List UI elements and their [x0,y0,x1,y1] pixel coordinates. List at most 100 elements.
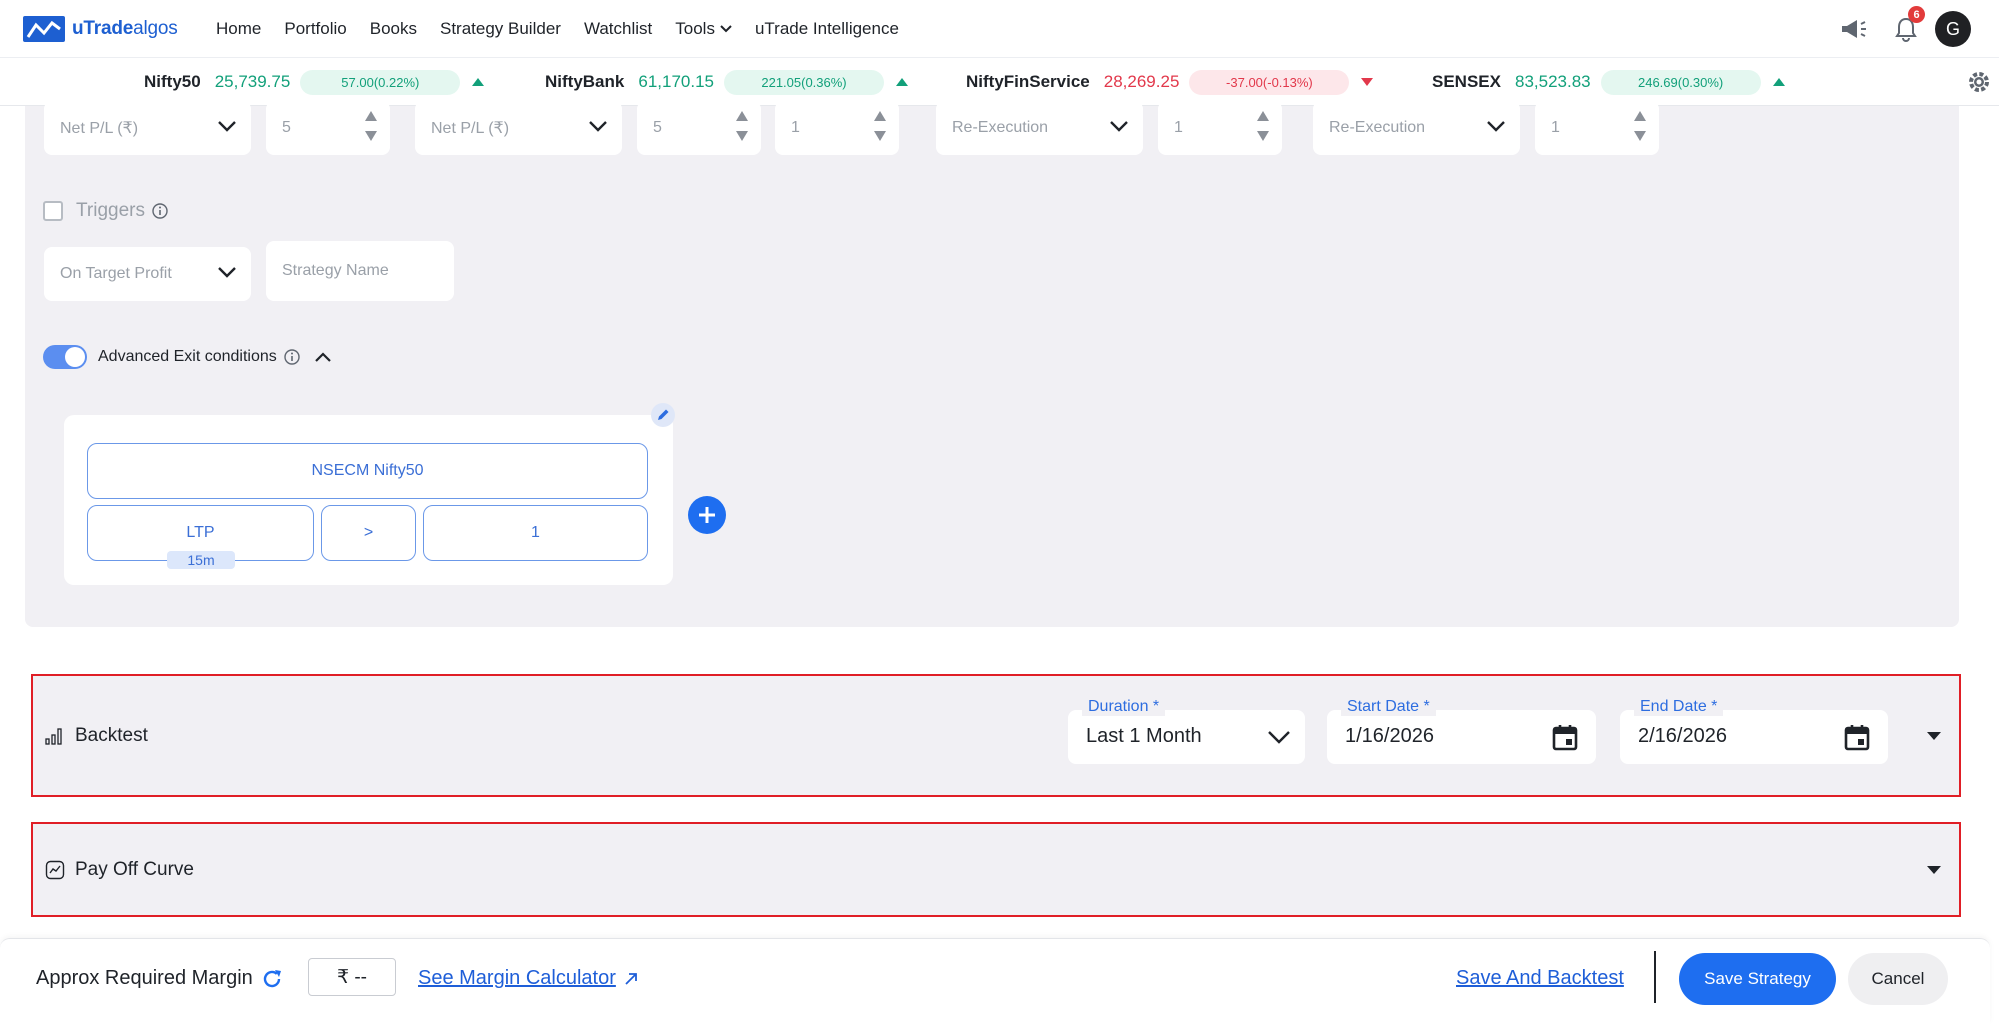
exit-type-select[interactable]: Net P/L (₹) [44,101,251,155]
calendar-icon[interactable] [1844,723,1870,751]
re-execution-select[interactable]: Re-Execution [1313,101,1520,155]
triggers-checkbox[interactable] [43,201,63,221]
triggers-label: Triggers [76,200,145,221]
utrade-logo-icon [23,15,65,42]
arrow-up-icon [1772,78,1785,86]
nav-utrade-intelligence[interactable]: uTrade Intelligence [755,19,899,39]
save-and-backtest-link[interactable]: Save And Backtest [1456,967,1624,990]
save-strategy-button[interactable]: Save Strategy [1679,953,1836,1005]
pencil-icon [658,409,669,420]
triggers-checkbox-row[interactable]: Triggers [43,200,168,222]
main-nav: Home Portfolio Books Strategy Builder Wa… [216,19,922,39]
calendar-icon[interactable] [1552,723,1578,751]
caret-down-icon[interactable] [1927,731,1941,740]
plus-icon [699,507,715,523]
exit-count-input[interactable]: 1 [775,101,899,155]
ticker-value: 61,170.15 [638,72,714,91]
advanced-exit-condition-card: NSECM Nifty50 LTP 15m > 1 [64,415,673,585]
cancel-button[interactable]: Cancel [1848,953,1948,1005]
chevron-down-icon [1268,731,1290,744]
footer-divider [1654,951,1656,1003]
market-ticker: Nifty50 25,739.75 57.00(0.22%) NiftyBank… [0,58,1999,106]
payoff-curve-section[interactable]: Pay Off Curve [31,822,1961,917]
edit-condition-button[interactable] [651,403,675,427]
nav-tools[interactable]: Tools [675,19,732,39]
advanced-exit-toggle[interactable] [43,345,87,369]
strategy-name-placeholder: Strategy Name [282,262,389,279]
chevron-down-icon [1110,121,1128,132]
condition-instrument[interactable]: NSECM Nifty50 [87,443,648,499]
chevron-down-icon [218,121,236,132]
backtest-section[interactable]: Backtest Duration * Last 1 Month Start D… [31,674,1961,797]
stepper-arrows-icon[interactable] [873,109,887,143]
margin-calculator-link[interactable]: See Margin Calculator [418,967,638,990]
info-icon[interactable] [284,349,300,365]
top-navbar: uTradealgos Home Portfolio Books Strateg… [0,0,1999,58]
nav-strategy-builder[interactable]: Strategy Builder [440,19,561,39]
select-value: Re-Execution [1329,119,1426,136]
strategy-name-input[interactable]: Strategy Name [266,241,454,301]
condition-value[interactable]: 1 [423,505,648,561]
ticker-item[interactable]: NiftyFinService 28,269.25 -37.00(-0.13%) [966,58,1374,106]
select-value: Net P/L (₹) [431,120,510,137]
bar-chart-icon [45,727,62,745]
refresh-icon[interactable] [261,968,283,990]
select-value: Net P/L (₹) [60,120,139,137]
arrow-up-icon [472,78,485,86]
brand-logo[interactable]: uTradealgos [22,15,192,43]
condition-operator[interactable]: > [321,505,416,561]
margin-value-box: ₹ -- [308,958,396,996]
end-date-input[interactable]: End Date * 2/16/2026 [1620,698,1888,764]
nav-home[interactable]: Home [216,19,261,39]
advanced-exit-label: Advanced Exit conditions [98,348,277,365]
stepper-arrows-icon[interactable] [735,109,749,143]
stepper-arrows-icon[interactable] [1633,109,1647,143]
trigger-type-select[interactable]: On Target Profit [44,247,251,301]
notification-count-badge: 6 [1908,6,1925,23]
duration-label: Duration * [1082,698,1166,716]
caret-down-icon[interactable] [1927,865,1941,874]
input-value: 5 [653,119,662,136]
nav-portfolio[interactable]: Portfolio [284,19,346,39]
re-execution-count-input[interactable]: 1 [1535,101,1659,155]
exit-value-input[interactable]: 5 [637,101,761,155]
brand-name: uTradealgos [72,17,178,39]
payoff-title: Pay Off Curve [45,859,194,881]
nav-watchlist[interactable]: Watchlist [584,19,652,39]
re-execution-select[interactable]: Re-Execution [936,101,1143,155]
user-avatar[interactable]: G [1935,11,1971,47]
info-icon[interactable] [152,203,168,219]
nav-tools-label: Tools [675,18,715,38]
external-link-icon [625,972,637,985]
announcement-button[interactable] [1839,14,1869,44]
start-date-input[interactable]: Start Date * 1/16/2026 [1327,698,1596,764]
ticker-item[interactable]: NiftyBank 61,170.15 221.05(0.36%) [545,58,908,106]
exit-value-input[interactable]: 5 [266,101,390,155]
notifications-button[interactable]: 6 [1891,6,1925,44]
arrow-down-icon [1361,78,1374,86]
ticker-value: 25,739.75 [214,72,291,91]
nav-books[interactable]: Books [370,19,417,39]
stepper-arrows-icon[interactable] [364,109,378,143]
start-date-label: Start Date * [1341,698,1436,716]
duration-select[interactable]: Duration * Last 1 Month [1068,698,1305,764]
ticker-item[interactable]: SENSEX 83,523.83 246.69(0.30%) [1432,58,1785,106]
ticker-value: 83,523.83 [1514,72,1591,91]
duration-value: Last 1 Month [1086,725,1202,747]
arrow-up-icon [896,78,908,86]
ticker-name: SENSEX [1432,72,1501,91]
nav-actions: 6 G [1817,0,1971,58]
chevron-down-icon [1487,121,1505,132]
stepper-arrows-icon[interactable] [1256,109,1270,143]
end-date-value: 2/16/2026 [1638,725,1727,747]
megaphone-icon [1842,20,1866,38]
start-date-value: 1/16/2026 [1345,725,1434,747]
gear-icon[interactable] [1967,70,1991,94]
exit-type-select[interactable]: Net P/L (₹) [415,101,622,155]
add-condition-button[interactable] [688,496,726,534]
chevron-down-icon [720,24,732,32]
ticker-item[interactable]: Nifty50 25,739.75 57.00(0.22%) [144,58,485,106]
re-execution-count-input[interactable]: 1 [1158,101,1282,155]
chevron-up-icon[interactable] [314,351,332,363]
ticker-name: NiftyBank [545,72,625,91]
